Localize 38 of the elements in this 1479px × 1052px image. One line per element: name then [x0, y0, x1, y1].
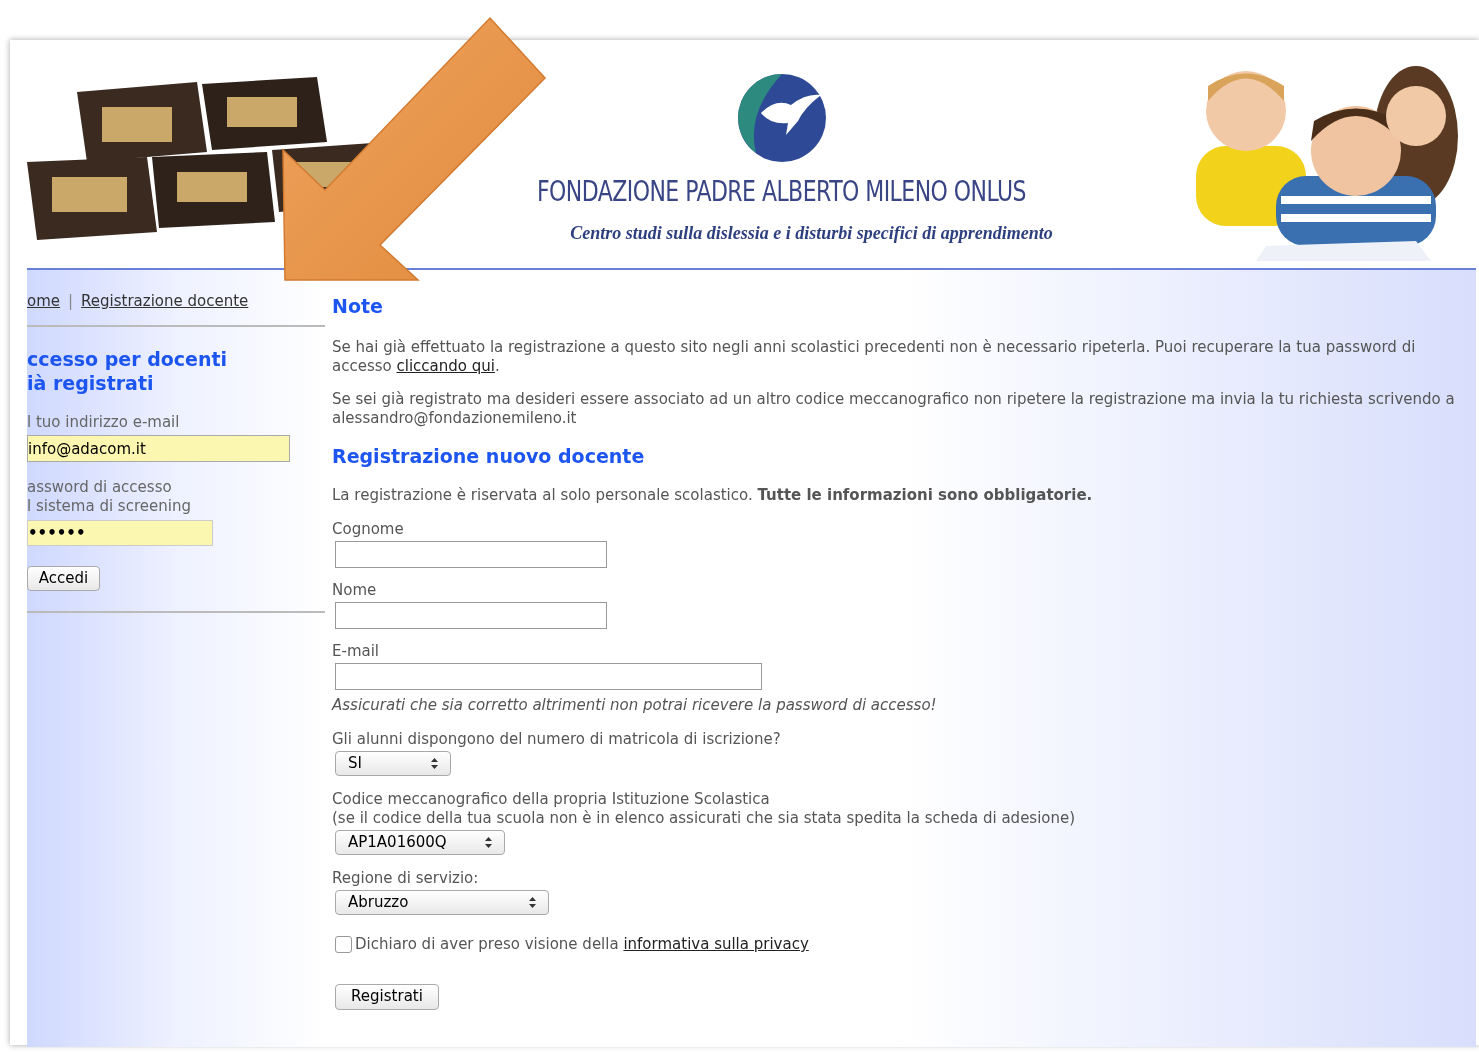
field-label: Codice meccanografico della propria Istituzione Scolastica (se il codice della tua scuola non è in elenco assicurati che sia stata spedita la scheda di adesione)	[332, 790, 1077, 828]
text-field[interactable]	[335, 540, 607, 568]
site-subtitle: Centro studi sulla dislessia e i disturbi specifici di apprendimento	[570, 222, 1053, 245]
password-label: assword di accesso l sistema di screening	[27, 478, 192, 516]
note-paragraph: Se hai già effettuato la registrazione a questo sito negli anni scolastici precedenti non è necessario ripeterla. Puoi recuperare la tua password di accesso cliccando qui.	[332, 337, 1417, 376]
updown-icon	[485, 837, 492, 848]
site-title: FONDAZIONE PADRE ALBERTO MILENO ONLUS	[536, 174, 1027, 210]
select-field[interactable]: AP1A01600Q	[335, 830, 505, 855]
updown-icon	[431, 758, 438, 769]
recover-link[interactable]: cliccando qui	[396, 356, 495, 375]
note-paragraph: Se sei già registrato ma desideri essere associato ad un altro codice meccanografico non ripetere la registrazione ma invia la tu richiesta scrivendo a alessandro@fondazionemileno.it	[332, 389, 1456, 428]
breadcrumb-separator: |	[68, 291, 74, 312]
breadcrumb-link[interactable]: ome	[27, 290, 61, 313]
privacy-link[interactable]: informativa sulla privacy	[623, 935, 809, 953]
field-label: Regione di servizio:	[332, 869, 480, 888]
field-hint: Assicurati che sia corretto altrimenti non potrai ricevere la password di accesso!	[332, 694, 938, 716]
email-label: l tuo indirizzo e-mail	[27, 411, 181, 433]
login-heading: ccesso per docenti ià registrati	[27, 346, 229, 395]
bird-logo-icon	[735, 73, 828, 163]
field-label: Cognome	[332, 519, 405, 539]
field-label: Gli alunni dispongono del numero di matricola di iscrizione?	[332, 730, 782, 749]
field-label: Nome	[332, 580, 378, 600]
text-field[interactable]	[335, 601, 607, 629]
privacy-label: Dichiaro di aver preso visione della informativa sulla privacy	[355, 934, 809, 955]
select-field[interactable]: SI	[335, 751, 451, 776]
select-field[interactable]: Abruzzo	[335, 890, 549, 915]
register-button[interactable]: Registrati	[335, 983, 439, 1010]
registration-intro: La registrazione è riservata al solo personale scolastico. Tutte le informazioni sono obbligatorie.	[332, 485, 1094, 506]
updown-icon	[529, 897, 536, 908]
password-field[interactable]: ••••••	[27, 520, 213, 546]
privacy-checkbox[interactable]	[335, 935, 352, 953]
note-heading: Note	[332, 294, 384, 319]
registration-heading: Registrazione nuovo docente	[332, 443, 646, 469]
email-field[interactable]: info@adacom.it	[27, 435, 290, 462]
field-label: E-mail	[332, 641, 381, 661]
text-field[interactable]	[335, 662, 762, 690]
breadcrumb-link[interactable]: Registrazione docente	[81, 290, 249, 313]
login-button[interactable]: Accedi	[27, 566, 100, 591]
